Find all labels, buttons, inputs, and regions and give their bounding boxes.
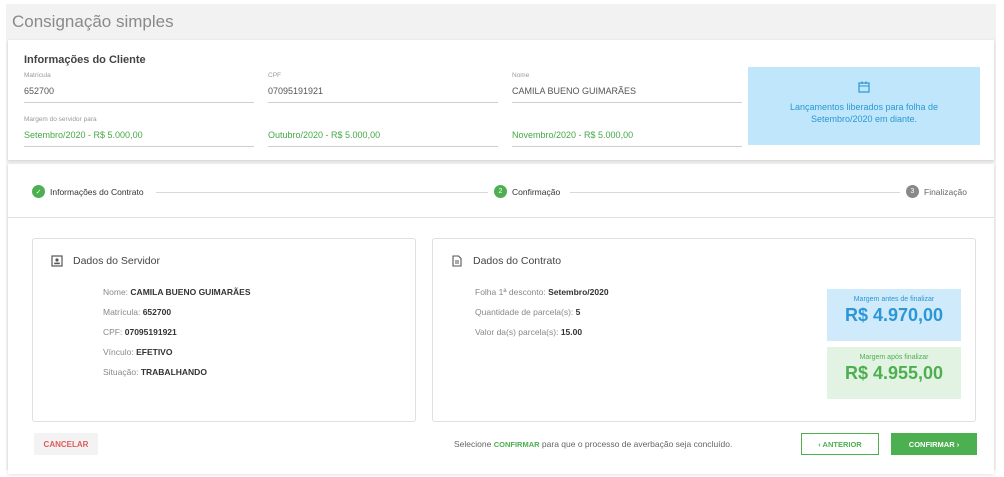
servidor-matricula-row: Matrícula: 652700 [103,307,171,317]
servidor-situacao-row: Situação: TRABALHANDO [103,367,207,377]
contrato-folha-value: Setembro/2020 [548,287,609,297]
dados-contrato-header: Dados do Contrato [451,255,561,267]
margem-novembro-value: Novembro/2020 - R$ 5.000,00 [512,130,634,140]
margem-outubro-value: Outubro/2020 - R$ 5.000,00 [268,130,381,140]
cpf-label: CPF [268,72,281,79]
info-box: Lançamentos liberados para folha de Sete… [748,67,980,145]
confirm-button[interactable]: CONFIRMAR › [891,433,977,455]
contrato-folha-label: Folha 1ª desconto: [475,287,546,297]
contrato-qtd-row: Quantidade de parcela(s): 5 [475,307,580,317]
servidor-vinculo-value: EFETIVO [136,347,173,357]
cpf-field: CPF 07095191921 [268,72,498,103]
step-informacoes-contrato: ✓ Informações do Contrato [32,185,144,198]
matricula-value: 652700 [24,86,55,96]
id-card-icon [51,255,63,267]
margem-antes-value: R$ 4.970,00 [844,305,944,325]
margem-setembro-field: Margem do servidor para Setembro/2020 - … [24,116,254,147]
info-message: Lançamentos liberados para folha de Sete… [790,101,938,125]
footer-text-pre: Selecione [454,439,492,449]
nome-field: Nome CAMILA BUENO GUIMARÃES [512,72,742,103]
margem-apos-label: Margem após finalizar [859,354,929,361]
document-icon [452,255,462,267]
margem-outubro-field: Outubro/2020 - R$ 5.000,00 [268,116,498,147]
footer-instruction: Selecione CONFIRMAR para que o processo … [454,439,732,449]
info-message-line1: Lançamentos liberados para folha de [789,102,939,112]
page-title: Consignação simples [12,12,174,31]
contrato-folha-row: Folha 1ª desconto: Setembro/2020 [475,287,609,297]
margem-apos-box: Margem após finalizar R$ 4.955,00 [827,347,961,399]
step3-number: 3 [906,185,919,198]
step-connector-1 [156,192,488,193]
nome-label: Nome [512,72,530,79]
servidor-matricula-value: 652700 [142,307,172,317]
main-card: ✓ Informações do Contrato 2 Confirmação … [8,164,994,474]
step-connector-2 [570,192,900,193]
margem-antes-label: Margem antes de finalizar [853,296,935,303]
contrato-valor-label: Valor da(s) parcela(s): [475,327,559,337]
servidor-vinculo-row: Vínculo: EFETIVO [103,347,172,357]
matricula-label: Matrícula [24,72,51,79]
client-info-card: Informações do Cliente Matrícula 652700 … [8,40,994,160]
dados-contrato-title: Dados do Contrato [473,255,562,267]
cancel-button[interactable]: CANCELAR [34,433,98,455]
margem-label: Margem do servidor para [24,116,97,123]
cpf-value: 07095191921 [268,86,324,96]
dados-servidor-panel: Dados do Servidor Nome: CAMILA BUENO GUI… [32,238,416,422]
step-confirmacao: 2 Confirmação [494,185,560,198]
margem-novembro-spacer [512,116,742,123]
dados-contrato-panel: Dados do Contrato Folha 1ª desconto: Set… [432,238,976,422]
margem-apos-value: R$ 4.955,00 [844,363,944,383]
servidor-cpf-row: CPF: 07095191921 [103,327,177,337]
step2-number: 2 [494,185,507,198]
stepper: ✓ Informações do Contrato 2 Confirmação … [8,164,994,218]
contrato-valor-row: Valor da(s) parcela(s): 15.00 [475,327,582,337]
info-message-line2: Setembro/2020 em diante. [810,114,918,124]
nome-value: CAMILA BUENO GUIMARÃES [512,86,637,96]
servidor-nome-label: Nome: [103,287,129,297]
servidor-nome-row: Nome: CAMILA BUENO GUIMARÃES [103,287,251,297]
dados-servidor-header: Dados do Servidor [51,255,160,267]
margem-outubro-spacer [268,116,498,123]
servidor-cpf-label: CPF: [103,327,123,337]
servidor-situacao-label: Situação: [103,367,139,377]
step2-label: Confirmação [512,186,561,197]
servidor-cpf-value: 07095191921 [124,327,177,337]
footer-text-highlight: CONFIRMAR [493,440,540,449]
contrato-qtd-value: 5 [575,307,581,317]
servidor-vinculo-label: Vínculo: [103,347,134,357]
previous-button[interactable]: ‹ ANTERIOR [801,433,879,455]
margem-setembro-value: Setembro/2020 - R$ 5.000,00 [24,130,143,140]
page-background: Consignação simples Informações do Clien… [6,4,996,474]
check-icon: ✓ [32,185,45,198]
matricula-field: Matrícula 652700 [24,72,254,103]
contrato-qtd-label: Quantidade de parcela(s): [475,307,574,317]
footer-text-post: para que o processo de averbação seja co… [541,439,733,449]
servidor-nome-value: CAMILA BUENO GUIMARÃES [130,287,251,297]
dados-servidor-title: Dados do Servidor [73,255,160,267]
margem-antes-box: Margem antes de finalizar R$ 4.970,00 [827,289,961,341]
calendar-icon [858,81,870,93]
step1-label: Informações do Contrato [50,186,144,197]
step-finalizacao: 3 Finalização [906,185,967,198]
step3-label: Finalização [924,186,967,197]
margem-novembro-field: Novembro/2020 - R$ 5.000,00 [512,116,742,147]
servidor-matricula-label: Matrícula: [103,307,141,317]
client-info-title: Informações do Cliente [24,54,146,66]
servidor-situacao-value: TRABALHANDO [140,367,207,377]
contrato-valor-value: 15.00 [560,327,583,337]
